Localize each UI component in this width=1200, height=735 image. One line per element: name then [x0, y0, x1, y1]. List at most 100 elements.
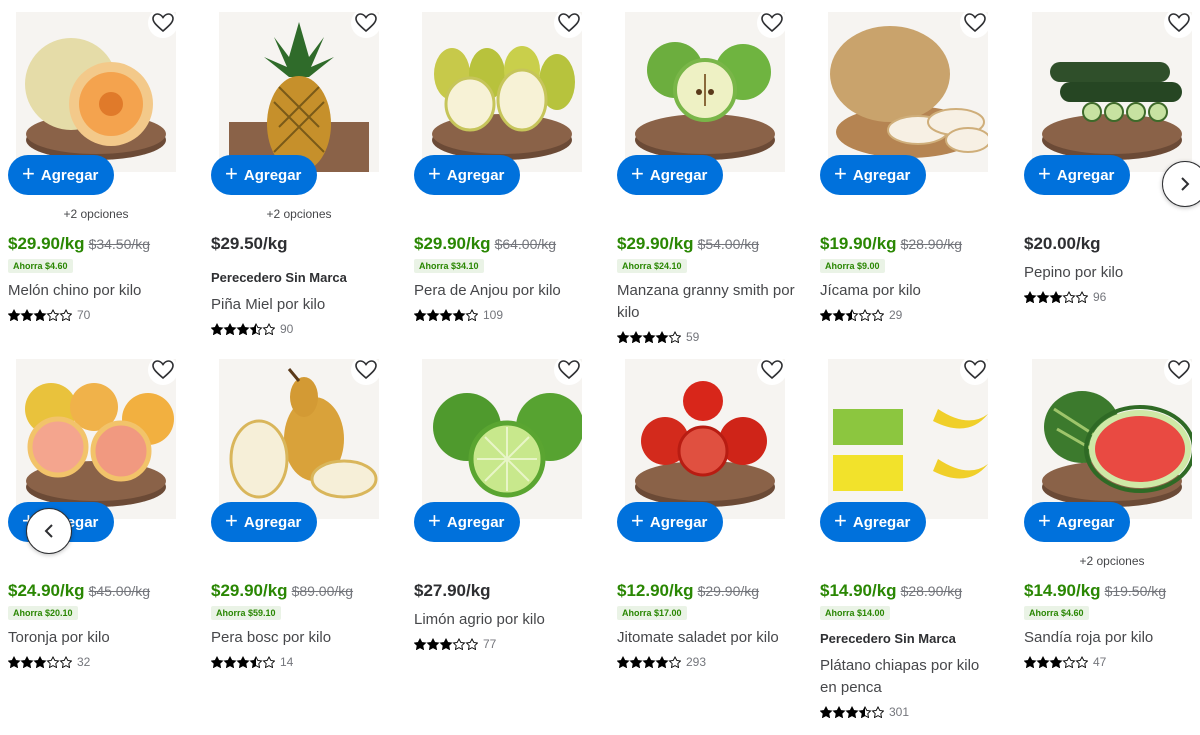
- current-price: $19.90/kg: [820, 234, 897, 253]
- favorite-heart-button[interactable]: [554, 355, 584, 385]
- add-button-label: Agregar: [1056, 166, 1115, 184]
- carousel-next-button[interactable]: [1162, 161, 1200, 207]
- plus-icon: +: [631, 508, 644, 533]
- add-to-cart-button[interactable]: + Agregar: [820, 502, 927, 542]
- add-button-label: Agregar: [852, 166, 911, 184]
- was-price: $89.00/kg: [291, 583, 354, 599]
- was-price: $45.00/kg: [88, 583, 151, 599]
- add-to-cart-button[interactable]: + Agregar: [211, 502, 318, 542]
- add-to-cart-button[interactable]: + Agregar: [617, 155, 724, 195]
- favorite-heart-button[interactable]: [1164, 8, 1194, 38]
- add-button-label: Agregar: [446, 166, 505, 184]
- add-to-cart-button[interactable]: + Agregar: [211, 155, 318, 195]
- savings-badge: Ahorra $9.00: [820, 259, 885, 273]
- product-name[interactable]: Pepino por kilo: [1024, 262, 1200, 284]
- favorite-heart-button[interactable]: [757, 8, 787, 38]
- favorite-heart-button[interactable]: [757, 355, 787, 385]
- favorite-heart-button[interactable]: [351, 8, 381, 38]
- current-price: $29.90/kg: [414, 234, 491, 253]
- was-price: $34.50/kg: [88, 236, 151, 252]
- product-name[interactable]: Pera bosc por kilo: [211, 627, 391, 649]
- plus-icon: +: [1038, 508, 1051, 533]
- product-name[interactable]: Manzana granny smith por kilo: [617, 280, 797, 324]
- plus-icon: +: [22, 161, 35, 186]
- product-name[interactable]: Sandía roja por kilo: [1024, 627, 1200, 649]
- chevron-right-icon: [1181, 177, 1190, 191]
- price-row: $29.90/kg $54.00/kg: [617, 234, 759, 254]
- review-count: 59: [686, 330, 700, 344]
- add-to-cart-button[interactable]: + Agregar: [414, 155, 521, 195]
- product-rating: 29: [820, 308, 902, 322]
- review-count: 90: [280, 322, 294, 336]
- savings-badge: Ahorra $34.10: [414, 259, 484, 273]
- current-price: $27.90/kg: [414, 581, 491, 600]
- options-label[interactable]: +2 opciones: [1024, 554, 1200, 568]
- carousel-prev-button[interactable]: [26, 508, 72, 554]
- favorite-heart-button[interactable]: [148, 8, 178, 38]
- current-price: $29.90/kg: [617, 234, 694, 253]
- price-row: $24.90/kg $45.00/kg: [8, 581, 150, 601]
- add-to-cart-button[interactable]: + Agregar: [8, 155, 115, 195]
- product-name[interactable]: Plátano chiapas por kilo en penca: [820, 655, 1000, 699]
- favorite-heart-button[interactable]: [554, 8, 584, 38]
- add-to-cart-button[interactable]: + Agregar: [617, 502, 724, 542]
- heart-icon: [761, 13, 783, 33]
- price-row: $20.00/kg: [1024, 234, 1101, 254]
- heart-icon: [558, 360, 580, 380]
- product-name[interactable]: Piña Miel por kilo: [211, 294, 391, 316]
- plus-icon: +: [225, 161, 238, 186]
- current-price: $24.90/kg: [8, 581, 85, 600]
- add-to-cart-button[interactable]: + Agregar: [820, 155, 927, 195]
- star-rating-icon: [617, 331, 681, 343]
- product-photo: [16, 12, 176, 172]
- heart-icon: [964, 13, 986, 33]
- product-photo: [16, 359, 176, 519]
- star-rating-icon: [414, 638, 478, 650]
- current-price: $20.00/kg: [1024, 234, 1101, 253]
- heart-icon: [964, 360, 986, 380]
- review-count: 47: [1093, 655, 1107, 669]
- product-name[interactable]: Toronja por kilo: [8, 627, 188, 649]
- product-rating: 32: [8, 655, 90, 669]
- product-name[interactable]: Pera de Anjou por kilo: [414, 280, 594, 302]
- was-price: $28.90/kg: [900, 583, 963, 599]
- product-rating: 90: [211, 322, 293, 336]
- savings-badge: Ahorra $14.00: [820, 606, 890, 620]
- current-price: $14.90/kg: [1024, 581, 1101, 600]
- heart-icon: [1168, 360, 1190, 380]
- favorite-heart-button[interactable]: [148, 355, 178, 385]
- product-name[interactable]: Melón chino por kilo: [8, 280, 188, 302]
- plus-icon: +: [428, 161, 441, 186]
- savings-badge: Ahorra $20.10: [8, 606, 78, 620]
- product-name[interactable]: Jícama por kilo: [820, 280, 1000, 302]
- add-button-label: Agregar: [243, 166, 302, 184]
- add-button-label: Agregar: [446, 513, 505, 531]
- review-count: 301: [889, 705, 910, 719]
- review-count: 109: [483, 308, 504, 322]
- star-rating-icon: [8, 656, 72, 668]
- favorite-heart-button[interactable]: [960, 355, 990, 385]
- favorite-heart-button[interactable]: [960, 8, 990, 38]
- savings-badge: Ahorra $4.60: [1024, 606, 1089, 620]
- favorite-heart-button[interactable]: [1164, 355, 1194, 385]
- review-count: 96: [1093, 290, 1107, 304]
- options-label[interactable]: +2 opciones: [8, 207, 184, 221]
- product-photo: [422, 359, 582, 519]
- add-to-cart-button[interactable]: + Agregar: [1024, 155, 1131, 195]
- add-to-cart-button[interactable]: + Agregar: [414, 502, 521, 542]
- favorite-heart-button[interactable]: [351, 355, 381, 385]
- product-name[interactable]: Limón agrio por kilo: [414, 609, 594, 631]
- heart-icon: [761, 360, 783, 380]
- review-count: 29: [889, 308, 903, 322]
- product-photo: [219, 359, 379, 519]
- add-to-cart-button[interactable]: + Agregar: [1024, 502, 1131, 542]
- options-label[interactable]: +2 opciones: [211, 207, 387, 221]
- price-row: $14.90/kg $19.50/kg: [1024, 581, 1166, 601]
- product-name[interactable]: Jitomate saladet por kilo: [617, 627, 797, 649]
- add-button-label: Agregar: [1056, 513, 1115, 531]
- was-price: $29.90/kg: [697, 583, 760, 599]
- star-rating-icon: [820, 309, 884, 321]
- review-count: 32: [77, 655, 91, 669]
- current-price: $29.50/kg: [211, 234, 288, 253]
- product-rating: 301: [820, 705, 909, 719]
